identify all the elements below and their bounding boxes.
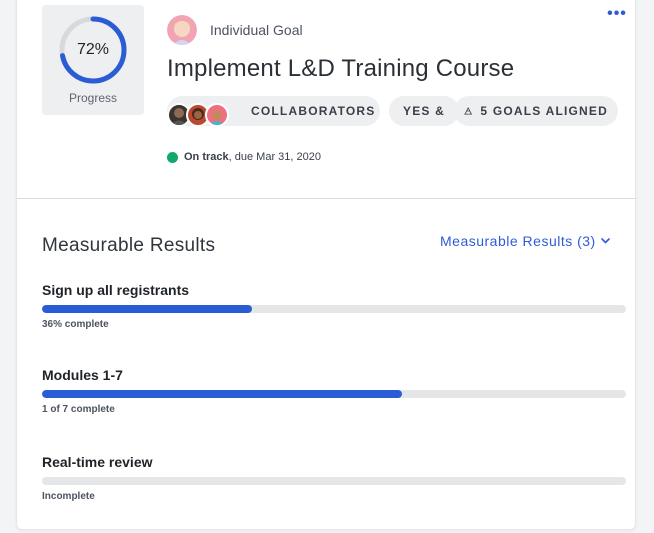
status-due-date: , due Mar 31, 2020 [228,151,321,163]
yes-and-label: YES & [402,104,445,118]
goals-aligned-label: 5 GOALS ALIGNED [480,104,608,118]
result-progress-fill [42,390,402,398]
status-dot-icon [167,151,178,163]
result-status: Incomplete [42,491,95,502]
goal-type: Individual Goal [210,22,303,38]
status-text: On track, due Mar 31, 2020 [184,151,321,163]
goal-card: 72% Progress Individual Goal ••• Impleme… [16,0,636,530]
alignment-icon [464,107,473,115]
result-status: 1 of 7 complete [42,404,115,415]
more-options-button[interactable]: ••• [602,5,632,25]
result-title: Modules 1-7 [42,367,123,383]
owner-avatar[interactable] [167,15,197,45]
result-title: Sign up all registrants [42,282,190,298]
goals-aligned-pill[interactable]: 5 GOALS ALIGNED [454,96,618,126]
result-status: 36% complete [42,319,109,330]
more-horizontal-icon: ••• [607,5,627,22]
result-progress-fill [42,305,253,313]
goal-title: Implement L&D Training Course [167,55,515,82]
result-progress-bar [42,477,626,485]
result-item[interactable]: Sign up all registrants 36% complete [42,282,626,330]
progress-percentage: 72% [76,41,110,58]
result-title: Real-time review [42,454,153,470]
progress-label: Progress [68,91,118,105]
measurable-results-dropdown[interactable]: Measurable Results (3) [440,233,610,249]
result-progress-bar [42,305,626,313]
yes-and-pill[interactable]: YES & [389,96,459,126]
collaborators-label: COLLABORATORS [251,104,376,118]
collaborator-avatar [205,103,229,127]
status-state: On track [184,151,229,163]
section-divider [17,198,635,199]
result-progress-bar [42,390,626,398]
dropdown-label: Measurable Results (3) [440,233,596,249]
result-item[interactable]: Real-time review Incomplete [42,454,626,502]
chevron-down-icon [600,238,610,244]
progress-summary: 72% Progress [42,5,144,115]
goal-status: On track, due Mar 31, 2020 [167,151,321,163]
section-title: Measurable Results [42,235,216,256]
result-item[interactable]: Modules 1-7 1 of 7 complete [42,367,626,415]
collaborator-avatars[interactable] [167,103,243,127]
